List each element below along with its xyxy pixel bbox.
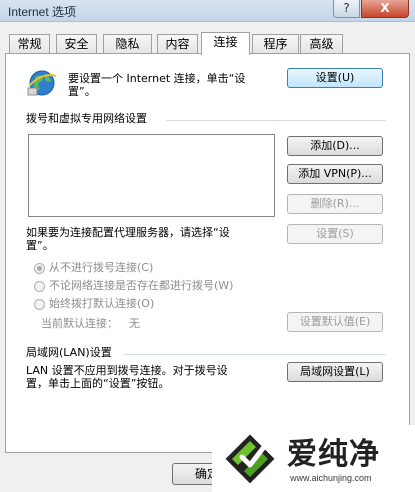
dialup-group-label: 拨号和虚拟专用网络设置 bbox=[26, 112, 147, 125]
remove-button[interactable]: 删除(R)... bbox=[287, 194, 383, 214]
add-vpn-button[interactable]: 添加 VPN(P)... bbox=[287, 164, 383, 184]
title-bar: Internet 选项 ? X bbox=[0, 0, 415, 22]
radio-always-dial[interactable] bbox=[34, 299, 45, 310]
watermark-brand: 爱纯净 bbox=[287, 437, 380, 472]
window-title: Internet 选项 bbox=[8, 5, 77, 19]
tab-connections[interactable]: 连接 bbox=[201, 32, 250, 55]
lan-text-line2: 置，单击上面的“设置”按钮。 bbox=[26, 377, 170, 390]
internet-options-window: Internet 选项 ? X 常规 安全 隐私 内容 连接 程序 高级 要设置… bbox=[0, 0, 415, 492]
internet-globe-icon bbox=[27, 70, 57, 96]
help-button[interactable]: ? bbox=[333, 0, 360, 18]
add-button[interactable]: 添加(D)... bbox=[287, 136, 383, 156]
tab-programs[interactable]: 程序 bbox=[252, 34, 299, 54]
connections-panel: 要设置一个 Internet 连接，单击“设 置”。 设置(U) 拨号和虚拟专用… bbox=[5, 53, 410, 453]
dialup-group-divider bbox=[166, 120, 386, 121]
tab-advanced[interactable]: 高级 bbox=[300, 34, 343, 54]
tab-content[interactable]: 内容 bbox=[157, 34, 198, 54]
tab-general[interactable]: 常规 bbox=[9, 34, 50, 54]
proxy-settings-button[interactable]: 设置(S) bbox=[287, 224, 383, 244]
radio-dial-whenever[interactable] bbox=[34, 281, 45, 292]
lan-group-label: 局域网(LAN)设置 bbox=[26, 346, 112, 359]
connections-listbox[interactable] bbox=[28, 134, 275, 217]
radio-always-dial-label: 始终拨打默认连接(O) bbox=[49, 297, 155, 310]
close-button[interactable]: X bbox=[361, 0, 409, 18]
lan-text-line1: LAN 设置不应用到拨号连接。对于拨号设 bbox=[26, 364, 228, 377]
lan-settings-button[interactable]: 局域网设置(L) bbox=[287, 362, 383, 382]
tab-privacy[interactable]: 隐私 bbox=[103, 34, 152, 54]
radio-dial-whenever-label: 不论网络连接是否存在都进行拨号(W) bbox=[49, 279, 234, 292]
lan-group-divider bbox=[124, 354, 386, 355]
tab-security[interactable]: 安全 bbox=[56, 34, 97, 54]
setup-description-line2: 置”。 bbox=[68, 85, 96, 98]
proxy-text-line2: 置”。 bbox=[26, 239, 54, 252]
aichunjing-logo-icon bbox=[225, 434, 275, 484]
setup-button[interactable]: 设置(U) bbox=[287, 68, 383, 88]
setup-description-line1: 要设置一个 Internet 连接，单击“设 bbox=[68, 72, 246, 85]
set-default-button[interactable]: 设置默认值(E) bbox=[287, 312, 383, 332]
watermark: 爱纯净 www.aichunjing.com bbox=[212, 425, 415, 492]
proxy-text-line1: 如果要为连接配置代理服务器，请选择“设 bbox=[26, 226, 230, 239]
current-default-label: 当前默认连接： bbox=[41, 317, 118, 330]
current-default-value: 无 bbox=[129, 317, 140, 330]
watermark-url: www.aichunjing.com bbox=[290, 473, 372, 483]
radio-never-dial[interactable] bbox=[34, 263, 45, 274]
radio-never-dial-label: 从不进行拨号连接(C) bbox=[49, 261, 154, 274]
tab-strip: 常规 安全 隐私 内容 连接 程序 高级 bbox=[0, 32, 415, 55]
